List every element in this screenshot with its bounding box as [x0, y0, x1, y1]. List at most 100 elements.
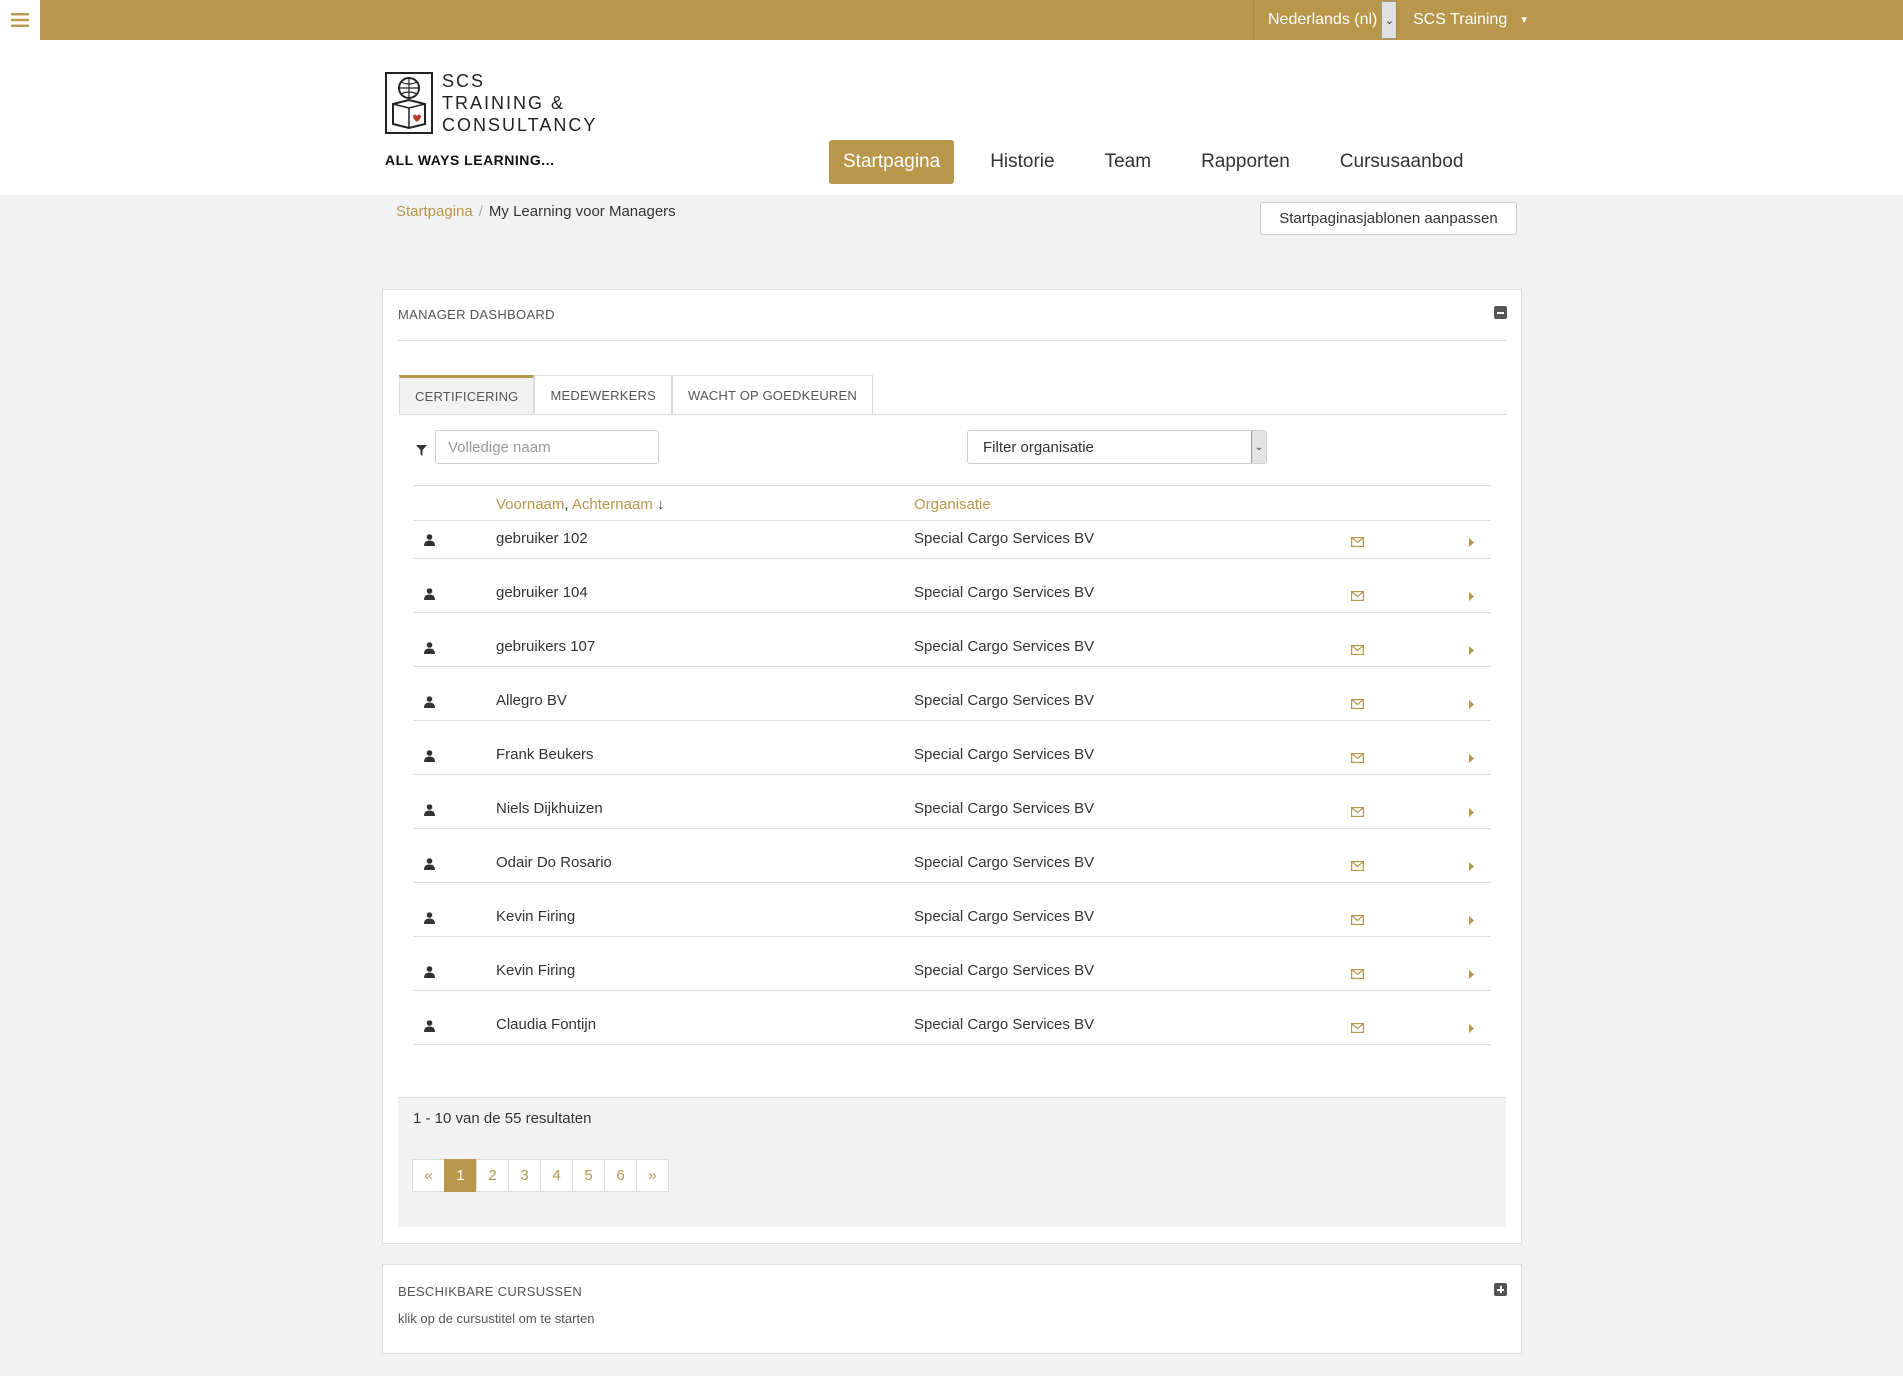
nav-cursusaanbod[interactable]: Cursusaanbod [1326, 140, 1478, 184]
table-row: Odair Do Rosario Special Cargo Services B… [414, 845, 1491, 899]
caret-right-icon[interactable] [1469, 642, 1474, 660]
logo-line-3: CONSULTANCY [442, 115, 598, 135]
pagination-page[interactable]: 1 [444, 1159, 477, 1192]
nav-rapporten[interactable]: Rapporten [1187, 140, 1304, 184]
table-row: gebruiker 102 Special Cargo Services BV [414, 521, 1491, 575]
customize-templates-button[interactable]: Startpaginasjablonen aanpassen [1260, 202, 1517, 235]
envelope-icon[interactable] [1351, 858, 1365, 876]
envelope-icon[interactable] [1351, 912, 1365, 930]
envelope-icon[interactable] [1351, 966, 1365, 984]
row-organisation: Special Cargo Services BV [914, 746, 1095, 763]
pagination-page[interactable]: 5 [572, 1159, 605, 1192]
column-header-organisation[interactable]: Organisatie [914, 496, 991, 513]
user-icon [424, 533, 435, 551]
row-name[interactable]: Claudia Fontijn [496, 1016, 596, 1033]
row-name[interactable]: Frank Beukers [496, 746, 594, 763]
table-row: Kevin Firing Special Cargo Services BV [414, 953, 1491, 1007]
logo-line-2: TRAINING & [442, 93, 566, 113]
manager-dashboard-panel: MANAGER DASHBOARD CERTIFICERING MEDEWERK… [382, 289, 1522, 1244]
caret-down-icon: ▼ [1519, 14, 1530, 26]
results-count: 1 - 10 van de 55 resultaten [413, 1110, 592, 1127]
envelope-icon[interactable] [1351, 804, 1365, 822]
hamburger-icon[interactable] [0, 0, 40, 40]
row-name[interactable]: gebruiker 104 [496, 584, 588, 601]
pagination-page[interactable]: 3 [508, 1159, 541, 1192]
language-selector[interactable]: Nederlands (nl) ⌄ [1253, 0, 1398, 40]
user-icon [424, 1019, 435, 1037]
caret-right-icon[interactable] [1469, 588, 1474, 606]
row-name[interactable]: Niels Dijkhuizen [496, 800, 603, 817]
caret-right-icon[interactable] [1469, 750, 1474, 768]
tab-certificering[interactable]: CERTIFICERING [399, 375, 535, 414]
nav-team[interactable]: Team [1091, 140, 1165, 184]
row-name[interactable]: Odair Do Rosario [496, 854, 612, 871]
top-bar: Nederlands (nl) ⌄ SCS Training ▼ [0, 0, 1903, 40]
user-icon [424, 641, 435, 659]
row-organisation: Special Cargo Services BV [914, 962, 1095, 979]
sort-last-name[interactable]: Achternaam [572, 496, 653, 513]
chevron-down-icon: ⌄ [1251, 431, 1266, 463]
envelope-icon[interactable] [1351, 750, 1365, 768]
table-row: gebruiker 104 Special Cargo Services BV [414, 575, 1491, 629]
dashboard-tabs: CERTIFICERING MEDEWERKERS WACHT OP GOEDK… [399, 375, 873, 414]
row-organisation: Special Cargo Services BV [914, 638, 1095, 655]
breadcrumb-home[interactable]: Startpagina [396, 203, 473, 220]
panel-title: MANAGER DASHBOARD [398, 307, 555, 322]
envelope-icon[interactable] [1351, 588, 1365, 606]
pagination: «1 2 3 4 5 6» [412, 1159, 669, 1192]
table-row: Claudia Fontijn Special Cargo Services BV [414, 1007, 1491, 1061]
pagination-page[interactable]: 6 [604, 1159, 637, 1192]
site-header: SCS TRAINING & CONSULTANCY ALL WAYS LEAR… [0, 40, 1903, 195]
caret-right-icon[interactable] [1469, 534, 1474, 552]
panel-title: BESCHIKBARE CURSUSSEN [398, 1284, 583, 1299]
caret-right-icon[interactable] [1469, 912, 1474, 930]
envelope-icon[interactable] [1351, 534, 1365, 552]
caret-right-icon[interactable] [1469, 966, 1474, 984]
employee-table: Voornaam, Achternaam ↓ Organisatie gebru… [414, 485, 1491, 1061]
logo-tagline: ALL WAYS LEARNING... [385, 152, 555, 168]
column-header-name: Voornaam, Achternaam ↓ [496, 496, 664, 513]
row-name[interactable]: gebruikers 107 [496, 638, 595, 655]
caret-right-icon[interactable] [1469, 858, 1474, 876]
breadcrumb-separator: / [478, 203, 483, 220]
pagination-page[interactable]: 2 [476, 1159, 509, 1192]
caret-right-icon[interactable] [1469, 696, 1474, 714]
table-row: Kevin Firing Special Cargo Services BV [414, 899, 1491, 953]
row-name[interactable]: Kevin Firing [496, 962, 575, 979]
row-name[interactable]: Allegro BV [496, 692, 567, 709]
caret-right-icon[interactable] [1469, 1020, 1474, 1038]
tab-wacht-op-goedkeuren[interactable]: WACHT OP GOEDKEUREN [671, 375, 873, 414]
table-footer: 1 - 10 van de 55 resultaten «1 2 3 4 5 6» [398, 1097, 1506, 1227]
nav-historie[interactable]: Historie [976, 140, 1068, 184]
envelope-icon[interactable] [1351, 696, 1365, 714]
envelope-icon[interactable] [1351, 1020, 1365, 1038]
user-icon [424, 587, 435, 605]
expand-icon[interactable] [1494, 1283, 1507, 1296]
breadcrumb-current: My Learning voor Managers [488, 203, 676, 220]
user-icon [424, 803, 435, 821]
row-organisation: Special Cargo Services BV [914, 908, 1095, 925]
panel-subtitle: klik op de cursustitel om te starten [398, 1311, 595, 1326]
full-name-input[interactable] [435, 430, 659, 464]
row-organisation: Special Cargo Services BV [914, 584, 1095, 601]
nav-startpagina[interactable]: Startpagina [829, 140, 955, 184]
table-row: Allegro BV Special Cargo Services BV [414, 683, 1491, 737]
logo-box-icon [385, 72, 433, 134]
row-name[interactable]: Kevin Firing [496, 908, 575, 925]
user-menu[interactable]: SCS Training ▼ [1396, 0, 1529, 40]
pagination-prev[interactable]: « [412, 1159, 445, 1192]
table-header: Voornaam, Achternaam ↓ Organisatie [414, 485, 1491, 521]
caret-right-icon[interactable] [1469, 804, 1474, 822]
collapse-icon[interactable] [1494, 306, 1507, 319]
organisation-filter-select[interactable]: Filter organisatie ⌄ [967, 430, 1267, 464]
table-row: Frank Beukers Special Cargo Services BV [414, 737, 1491, 791]
row-name[interactable]: gebruiker 102 [496, 530, 588, 547]
user-name: SCS Training [1413, 11, 1508, 28]
envelope-icon[interactable] [1351, 642, 1365, 660]
sort-first-name[interactable]: Voornaam [496, 496, 564, 513]
tab-medewerkers[interactable]: MEDEWERKERS [534, 375, 672, 414]
pagination-next[interactable]: » [636, 1159, 669, 1192]
organisation-filter-label: Filter organisatie [983, 438, 1094, 456]
sort-desc-icon: ↓ [656, 496, 665, 513]
pagination-page[interactable]: 4 [540, 1159, 573, 1192]
